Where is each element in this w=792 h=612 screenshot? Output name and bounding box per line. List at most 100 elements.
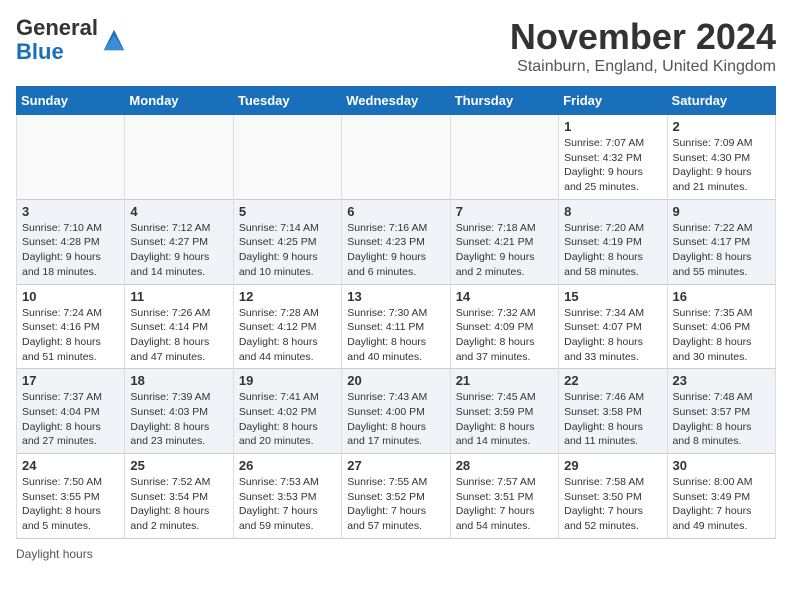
legend-label: Daylight hours <box>16 547 93 561</box>
day-detail: Sunrise: 7:53 AMSunset: 3:53 PMDaylight:… <box>239 475 336 534</box>
day-number: 12 <box>239 289 336 304</box>
day-detail: Sunrise: 7:55 AMSunset: 3:52 PMDaylight:… <box>347 475 444 534</box>
calendar-cell: 23 Sunrise: 7:48 AMSunset: 3:57 PMDayligh… <box>667 369 775 454</box>
day-number: 1 <box>564 119 661 134</box>
title-area: November 2024 Stainburn, England, United… <box>510 16 776 76</box>
day-detail: Sunrise: 7:45 AMSunset: 3:59 PMDaylight:… <box>456 390 553 449</box>
calendar-cell: 20 Sunrise: 7:43 AMSunset: 4:00 PMDayligh… <box>342 369 450 454</box>
day-detail: Sunrise: 7:20 AMSunset: 4:19 PMDaylight:… <box>564 221 661 280</box>
day-number: 23 <box>673 373 770 388</box>
calendar-cell <box>17 115 125 200</box>
calendar-cell: 28 Sunrise: 7:57 AMSunset: 3:51 PMDayligh… <box>450 454 558 539</box>
day-detail: Sunrise: 7:26 AMSunset: 4:14 PMDaylight:… <box>130 306 227 365</box>
day-number: 21 <box>456 373 553 388</box>
day-number: 14 <box>456 289 553 304</box>
day-detail: Sunrise: 7:35 AMSunset: 4:06 PMDaylight:… <box>673 306 770 365</box>
calendar-weekday-header: Wednesday <box>342 87 450 115</box>
calendar-cell <box>450 115 558 200</box>
page-header: General Blue November 2024 Stainburn, En… <box>16 16 776 76</box>
calendar-weekday-header: Monday <box>125 87 233 115</box>
day-detail: Sunrise: 7:24 AMSunset: 4:16 PMDaylight:… <box>22 306 119 365</box>
calendar-cell: 19 Sunrise: 7:41 AMSunset: 4:02 PMDayligh… <box>233 369 341 454</box>
month-title: November 2024 <box>510 16 776 58</box>
calendar-cell: 18Sunrise: 7:39 AMSunset: 4:03 PMDayligh… <box>125 369 233 454</box>
day-detail: Sunrise: 7:43 AMSunset: 4:00 PMDaylight:… <box>347 390 444 449</box>
calendar-week-row: 3 Sunrise: 7:10 AMSunset: 4:28 PMDaylight… <box>17 199 776 284</box>
day-number: 19 <box>239 373 336 388</box>
location-title: Stainburn, England, United Kingdom <box>510 58 776 76</box>
day-detail: Sunrise: 7:18 AMSunset: 4:21 PMDaylight:… <box>456 221 553 280</box>
day-number: 5 <box>239 204 336 219</box>
day-number: 2 <box>673 119 770 134</box>
day-number: 20 <box>347 373 444 388</box>
calendar-cell: 25Sunrise: 7:52 AMSunset: 3:54 PMDayligh… <box>125 454 233 539</box>
calendar-cell: 13 Sunrise: 7:30 AMSunset: 4:11 PMDayligh… <box>342 284 450 369</box>
calendar-cell: 5 Sunrise: 7:14 AMSunset: 4:25 PMDaylight… <box>233 199 341 284</box>
day-number: 17 <box>22 373 119 388</box>
day-detail: Sunrise: 7:07 AMSunset: 4:32 PMDaylight:… <box>564 136 661 195</box>
day-number: 11 <box>130 289 227 304</box>
calendar-cell: 6 Sunrise: 7:16 AMSunset: 4:23 PMDaylight… <box>342 199 450 284</box>
logo: General Blue <box>16 16 128 64</box>
calendar-cell: 15 Sunrise: 7:34 AMSunset: 4:07 PMDayligh… <box>559 284 667 369</box>
calendar-table: SundayMondayTuesdayWednesdayThursdayFrid… <box>16 86 776 539</box>
calendar-header-row: SundayMondayTuesdayWednesdayThursdayFrid… <box>17 87 776 115</box>
calendar-cell: 2 Sunrise: 7:09 AMSunset: 4:30 PMDaylight… <box>667 115 775 200</box>
calendar-cell: 11 Sunrise: 7:26 AMSunset: 4:14 PMDayligh… <box>125 284 233 369</box>
calendar-cell: 16 Sunrise: 7:35 AMSunset: 4:06 PMDayligh… <box>667 284 775 369</box>
calendar-cell: 3 Sunrise: 7:10 AMSunset: 4:28 PMDaylight… <box>17 199 125 284</box>
day-detail: Sunrise: 7:48 AMSunset: 3:57 PMDaylight:… <box>673 390 770 449</box>
calendar-cell <box>233 115 341 200</box>
day-detail: Sunrise: 7:41 AMSunset: 4:02 PMDaylight:… <box>239 390 336 449</box>
day-number: 10 <box>22 289 119 304</box>
calendar-cell: 12Sunrise: 7:28 AMSunset: 4:12 PMDayligh… <box>233 284 341 369</box>
calendar-week-row: 17Sunrise: 7:37 AMSunset: 4:04 PMDayligh… <box>17 369 776 454</box>
day-number: 3 <box>22 204 119 219</box>
calendar-cell: 29Sunrise: 7:58 AMSunset: 3:50 PMDayligh… <box>559 454 667 539</box>
calendar-cell: 9 Sunrise: 7:22 AMSunset: 4:17 PMDaylight… <box>667 199 775 284</box>
calendar-weekday-header: Tuesday <box>233 87 341 115</box>
calendar-week-row: 10 Sunrise: 7:24 AMSunset: 4:16 PMDayligh… <box>17 284 776 369</box>
day-detail: Sunrise: 7:09 AMSunset: 4:30 PMDaylight:… <box>673 136 770 195</box>
day-number: 27 <box>347 458 444 473</box>
day-detail: Sunrise: 7:34 AMSunset: 4:07 PMDaylight:… <box>564 306 661 365</box>
logo-general-text: General <box>16 15 98 40</box>
day-detail: Sunrise: 7:57 AMSunset: 3:51 PMDaylight:… <box>456 475 553 534</box>
calendar-cell: 24 Sunrise: 7:50 AMSunset: 3:55 PMDayligh… <box>17 454 125 539</box>
calendar-cell: 7Sunrise: 7:18 AMSunset: 4:21 PMDaylight… <box>450 199 558 284</box>
day-number: 18 <box>130 373 227 388</box>
day-detail: Sunrise: 7:22 AMSunset: 4:17 PMDaylight:… <box>673 221 770 280</box>
day-detail: Sunrise: 7:50 AMSunset: 3:55 PMDaylight:… <box>22 475 119 534</box>
calendar-cell: 8Sunrise: 7:20 AMSunset: 4:19 PMDaylight… <box>559 199 667 284</box>
calendar-cell: 1 Sunrise: 7:07 AMSunset: 4:32 PMDaylight… <box>559 115 667 200</box>
day-number: 28 <box>456 458 553 473</box>
calendar-cell: 30Sunrise: 8:00 AMSunset: 3:49 PMDayligh… <box>667 454 775 539</box>
day-detail: Sunrise: 7:30 AMSunset: 4:11 PMDaylight:… <box>347 306 444 365</box>
logo-blue-text: Blue <box>16 39 64 64</box>
day-number: 13 <box>347 289 444 304</box>
day-detail: Sunrise: 7:58 AMSunset: 3:50 PMDaylight:… <box>564 475 661 534</box>
day-detail: Sunrise: 7:12 AMSunset: 4:27 PMDaylight:… <box>130 221 227 280</box>
calendar-weekday-header: Thursday <box>450 87 558 115</box>
calendar-week-row: 1 Sunrise: 7:07 AMSunset: 4:32 PMDaylight… <box>17 115 776 200</box>
day-detail: Sunrise: 7:10 AMSunset: 4:28 PMDaylight:… <box>22 221 119 280</box>
day-detail: Sunrise: 7:16 AMSunset: 4:23 PMDaylight:… <box>347 221 444 280</box>
day-detail: Sunrise: 7:46 AMSunset: 3:58 PMDaylight:… <box>564 390 661 449</box>
calendar-cell: 22 Sunrise: 7:46 AMSunset: 3:58 PMDayligh… <box>559 369 667 454</box>
day-number: 9 <box>673 204 770 219</box>
day-detail: Sunrise: 7:14 AMSunset: 4:25 PMDaylight:… <box>239 221 336 280</box>
day-number: 24 <box>22 458 119 473</box>
day-number: 6 <box>347 204 444 219</box>
day-number: 4 <box>130 204 227 219</box>
day-detail: Sunrise: 7:52 AMSunset: 3:54 PMDaylight:… <box>130 475 227 534</box>
day-number: 15 <box>564 289 661 304</box>
day-number: 16 <box>673 289 770 304</box>
calendar-weekday-header: Sunday <box>17 87 125 115</box>
day-number: 22 <box>564 373 661 388</box>
logo-icon <box>100 26 128 54</box>
day-detail: Sunrise: 7:32 AMSunset: 4:09 PMDaylight:… <box>456 306 553 365</box>
day-detail: Sunrise: 8:00 AMSunset: 3:49 PMDaylight:… <box>673 475 770 534</box>
calendar-cell: 4 Sunrise: 7:12 AMSunset: 4:27 PMDaylight… <box>125 199 233 284</box>
legend: Daylight hours <box>16 547 776 561</box>
calendar-cell: 17Sunrise: 7:37 AMSunset: 4:04 PMDayligh… <box>17 369 125 454</box>
